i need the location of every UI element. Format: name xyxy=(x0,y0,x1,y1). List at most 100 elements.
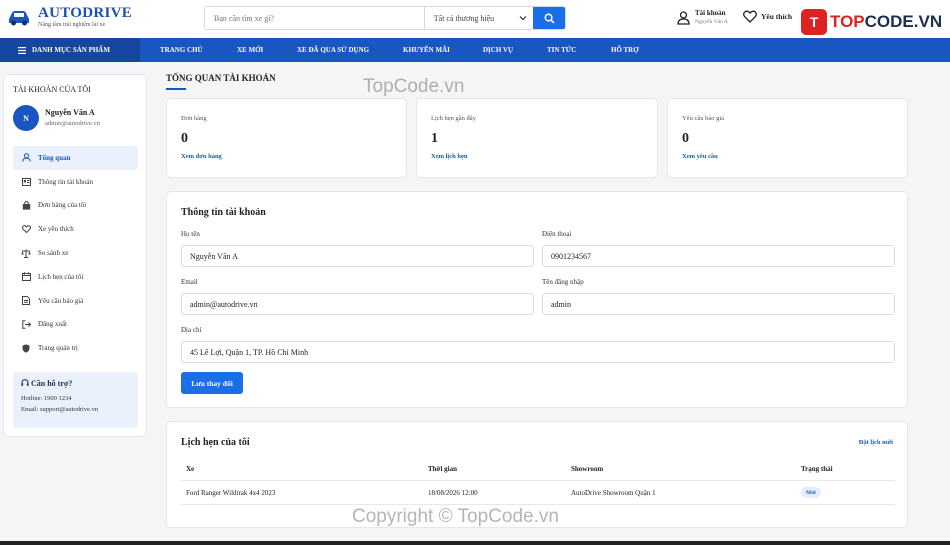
sidebar-item-label: Xe yêu thích xyxy=(38,225,74,234)
nav-new-cars[interactable]: XE MỚI xyxy=(237,46,263,54)
stat-label: Lịch hẹn gần đây xyxy=(431,115,476,122)
appointments-title: Lịch hẹn của tôi xyxy=(181,437,250,448)
email-field[interactable]: admin@autodrive.vn xyxy=(181,293,534,315)
account-menu[interactable]: Tài khoản Nguyễn Văn A xyxy=(677,9,728,27)
sidebar-user: N Nguyễn Văn A admin@autodrive.vn xyxy=(13,105,100,131)
nav-promotions[interactable]: KHUYẾN MÃI xyxy=(403,46,450,54)
sidebar-item-orders[interactable]: Đơn hàng của tôi xyxy=(13,194,138,218)
car-logo-icon xyxy=(9,11,29,26)
column-header-showroom: Showroom xyxy=(571,465,604,473)
account-label: Tài khoản xyxy=(695,9,726,17)
scale-icon xyxy=(21,248,31,258)
sidebar-item-label: Tổng quan xyxy=(38,153,71,162)
brand-select[interactable]: Tất cả thương hiệu xyxy=(423,7,533,29)
sidebar-item-admin[interactable]: Trang quản trị xyxy=(13,336,138,360)
new-appointment-link[interactable]: Đặt lịch mới xyxy=(859,439,893,446)
phone-label: Điện thoại xyxy=(542,230,572,238)
sidebar-item-quotes[interactable]: Yêu cầu báo giá xyxy=(13,289,138,313)
account-username: Nguyễn Văn A xyxy=(695,19,728,25)
shield-icon xyxy=(21,343,31,353)
nav-support[interactable]: HỖ TRỢ xyxy=(611,46,639,54)
search-icon xyxy=(544,13,555,23)
phone-field[interactable]: 0901234567 xyxy=(542,245,895,267)
chevron-down-icon xyxy=(519,16,527,21)
logo-title: AUTODRIVE xyxy=(38,5,133,21)
sidebar-item-label: Đơn hàng của tôi xyxy=(38,201,87,210)
column-header-time: Thời gian xyxy=(428,465,457,473)
search-bar: Tất cả thương hiệu xyxy=(204,6,566,30)
help-box: Cần hỗ trợ? Hotline: 1900 1234 Email: su… xyxy=(13,372,138,428)
category-menu-button[interactable]: DANH MỤC SẢN PHẨM xyxy=(0,38,140,62)
calendar-icon xyxy=(21,272,31,282)
sidebar-item-account-info[interactable]: Thông tin tài khoản xyxy=(13,170,138,194)
sidebar-item-appointments[interactable]: Lịch hẹn của tôi xyxy=(13,265,138,289)
view-orders-link[interactable]: Xem đơn hàng xyxy=(181,153,222,160)
table-divider xyxy=(181,480,895,481)
topcode-watermark-logo: T TOPCODE.VN xyxy=(801,7,950,37)
fullname-field[interactable]: Nguyễn Văn A xyxy=(181,245,534,267)
status-badge: Mới xyxy=(801,487,821,498)
favorites-label: Yêu thích xyxy=(761,12,793,21)
view-appointments-link[interactable]: Xem lịch hẹn xyxy=(431,153,467,160)
sidebar-item-label: Yêu cầu báo giá xyxy=(38,296,84,305)
sidebar-user-name: Nguyễn Văn A xyxy=(45,108,95,117)
sidebar-item-label: Lịch hẹn của tôi xyxy=(38,272,84,281)
id-card-icon xyxy=(21,177,31,187)
main-nav: DANH MỤC SẢN PHẨM TRANG CHỦ XE MỚI XE ĐÃ… xyxy=(0,38,950,62)
stat-label: Yêu cầu báo giá xyxy=(682,115,725,122)
nav-news[interactable]: TIN TỨC xyxy=(547,46,576,54)
sidebar-item-overview[interactable]: Tổng quan xyxy=(13,146,138,170)
account-info-title: Thông tin tài khoản xyxy=(181,207,266,218)
nav-home[interactable]: TRANG CHỦ xyxy=(160,46,203,54)
address-label: Địa chỉ xyxy=(181,326,202,334)
watermark-center: TopCode.vn xyxy=(363,76,465,97)
brand-select-value: Tất cả thương hiệu xyxy=(433,13,495,23)
watermark-bottom: Copyright © TopCode.vn xyxy=(352,506,559,527)
user-icon xyxy=(21,153,31,163)
search-input[interactable] xyxy=(205,7,424,29)
topcode-logo-text: TOPCODE.VN xyxy=(830,12,943,31)
save-button[interactable]: Lưu thay đổi xyxy=(181,372,243,394)
help-hotline: Hotline: 1900 1234 xyxy=(21,395,72,402)
nav-services[interactable]: DỊCH VỤ xyxy=(483,46,513,54)
favorites-link[interactable]: Yêu thích xyxy=(743,10,792,23)
appointment-time: 18/08/2026 12:00 xyxy=(428,489,478,497)
document-icon xyxy=(21,296,31,306)
logo-tagline: Nâng tầm trải nghiệm lái xe xyxy=(38,22,106,28)
user-icon xyxy=(677,11,690,25)
sidebar-user-email: admin@autodrive.vn xyxy=(45,120,100,127)
hamburger-icon xyxy=(18,46,26,54)
search-button[interactable] xyxy=(533,7,565,29)
top-header: AUTODRIVE Nâng tầm trải nghiệm lái xe Tấ… xyxy=(0,0,950,38)
sidebar-item-label: Đăng xuất xyxy=(38,320,67,329)
stat-value: 0 xyxy=(181,131,188,146)
help-email: Email: support@autodrive.vn xyxy=(21,406,99,413)
stat-value: 0 xyxy=(682,131,689,146)
stat-card-appointments: Lịch hẹn gần đây 1 Xem lịch hẹn xyxy=(416,98,658,178)
nav-used-cars[interactable]: XE ĐÃ QUA SỬ DỤNG xyxy=(297,46,369,54)
heart-icon xyxy=(743,10,757,23)
site-logo[interactable]: AUTODRIVE Nâng tầm trải nghiệm lái xe xyxy=(6,5,132,28)
heart-icon xyxy=(21,224,31,234)
email-label: Email xyxy=(181,278,198,286)
shopping-bag-icon xyxy=(21,200,31,210)
stat-label: Đơn hàng xyxy=(181,115,207,122)
username-label: Tên đăng nhập xyxy=(542,278,584,286)
logout-icon xyxy=(21,319,31,329)
username-field[interactable]: admin xyxy=(542,293,895,315)
sidebar-item-logout[interactable]: Đăng xuất xyxy=(13,313,138,337)
sidebar-item-label: Trang quản trị xyxy=(38,344,78,353)
account-sidebar: TÀI KHOẢN CỦA TÔI N Nguyễn Văn A admin@a… xyxy=(3,74,147,437)
footer-bar xyxy=(0,541,950,545)
topcode-logo-icon: T xyxy=(801,9,827,35)
sidebar-item-compare[interactable]: So sánh xe xyxy=(13,241,138,265)
sidebar-item-favorites[interactable]: Xe yêu thích xyxy=(13,217,138,241)
address-field[interactable]: 45 Lê Lợi, Quận 1, TP. Hồ Chí Minh xyxy=(181,341,895,363)
account-info-card: Thông tin tài khoản Họ tên Nguyễn Văn A … xyxy=(166,191,908,408)
help-title: Cần hỗ trợ? xyxy=(21,379,130,388)
table-divider xyxy=(181,504,895,505)
sidebar-title: TÀI KHOẢN CỦA TÔI xyxy=(13,85,91,94)
fullname-label: Họ tên xyxy=(181,230,200,238)
view-quotes-link[interactable]: Xem yêu cầu xyxy=(682,153,718,160)
headset-icon xyxy=(21,379,29,386)
